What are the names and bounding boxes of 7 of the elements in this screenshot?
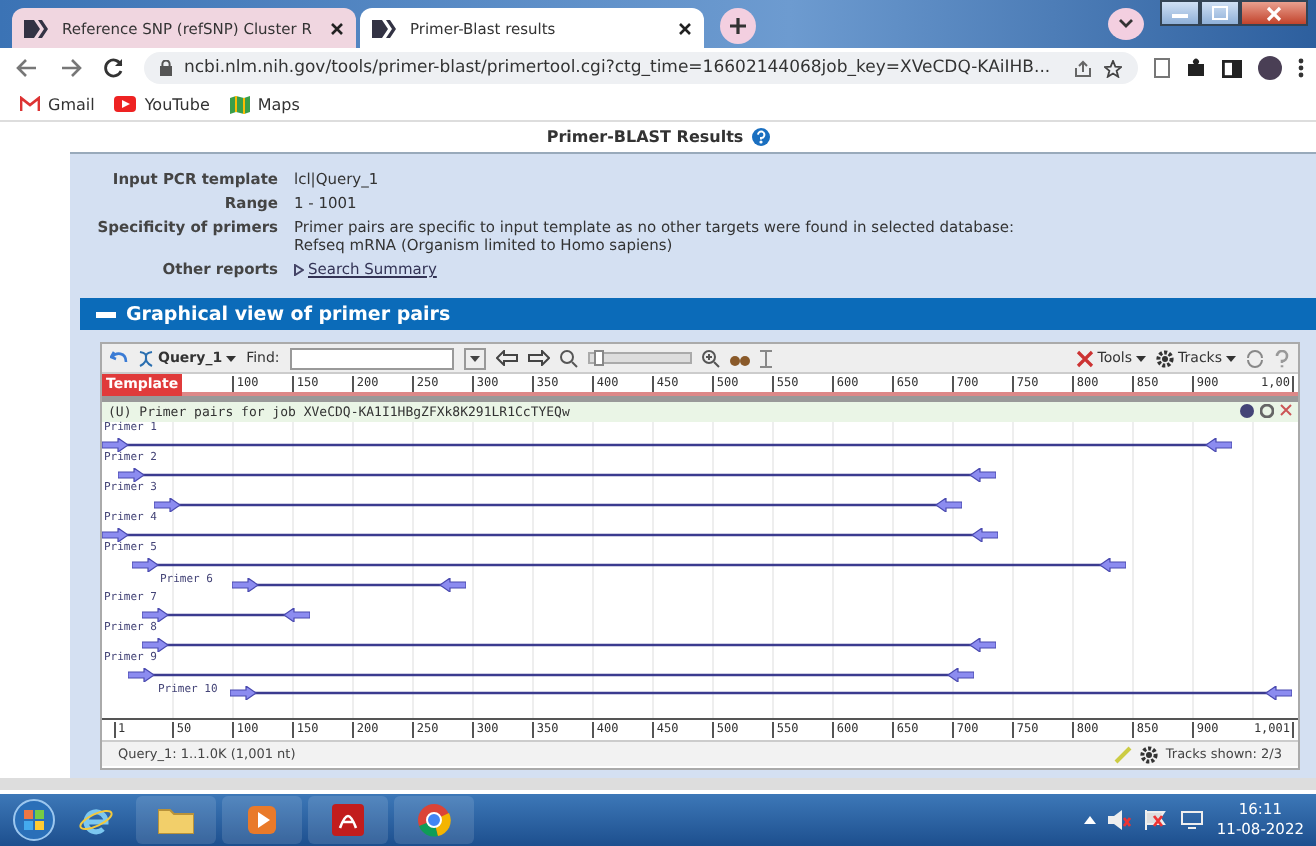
section-header[interactable]: Graphical view of primer pairs — [80, 298, 1316, 330]
bookmark[interactable]: YouTube — [114, 95, 210, 113]
bookmark[interactable]: Gmail — [20, 95, 95, 113]
address-field[interactable]: ncbi.nlm.nih.gov/tools/primer-blast/primertool.cgi?ctg_time=16602144068job_key=XVeCDQ-KAiIHB... — [144, 52, 1138, 84]
bookmark[interactable]: Maps — [229, 95, 300, 113]
page-title: Primer-BLAST Results — [546, 128, 744, 146]
section-title: Graphical view of primer pairs — [126, 303, 451, 325]
